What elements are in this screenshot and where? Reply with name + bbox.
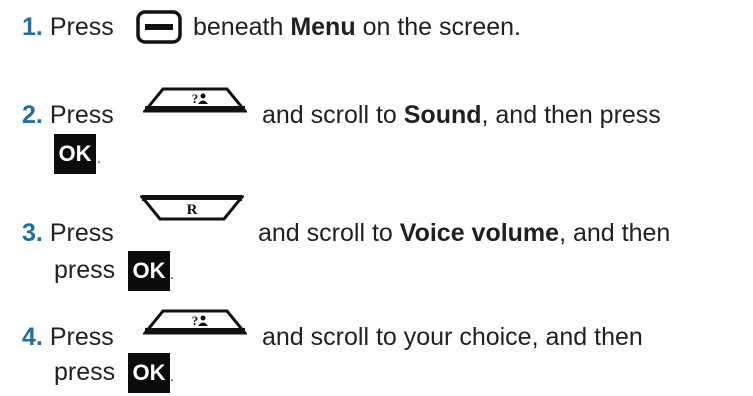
step-1-line-rest: beneath Menu on the screen. [193,12,521,42]
press-text: Press [49,219,114,247]
instruction-text: and scroll to [258,219,393,247]
step-number: 3. [22,219,43,247]
nav-up-key-icon: ? [143,87,247,113]
voice-volume-term: Voice volume [399,219,560,247]
ok-key-icon: OK [128,251,170,291]
svg-text:?: ? [192,91,199,106]
sound-term: Sound [403,101,482,129]
step-4-line: 4. Press [22,322,114,352]
r-key-label: R [187,202,198,218]
instruction-text: , and then [559,219,671,247]
instruction-text: beneath [193,13,284,41]
instruction-steps: 1. Press beneath Menu on the screen. 2. … [0,0,753,396]
menu-term: Menu [290,13,356,41]
step-3-line: 3. Press [22,218,114,248]
instruction-text: , and then press [481,101,661,129]
step-2-period: . [97,150,101,166]
nav-up-key-icon: ? [143,309,247,335]
step-number: 2. [22,101,43,129]
instruction-text: on the screen. [362,13,521,41]
press-text: Press [49,13,114,41]
step-2-line: 2. Press [22,100,114,130]
ok-key-icon: OK [128,353,170,393]
step-4-period: . [170,368,174,384]
softkey-minus-icon [136,10,182,44]
press-text: Press [49,323,114,351]
instruction-text: and scroll to [262,101,397,129]
svg-text:?: ? [192,313,199,328]
step-number: 1. [22,13,43,41]
instruction-text: and scroll to your choice, and then [262,323,643,351]
step-4-line-rest: and scroll to your choice, and then [262,322,643,352]
press-text: Press [49,101,114,129]
ok-key-icon: OK [54,134,96,174]
step-4-press2: press [54,358,116,386]
step-3-press2: press [54,256,116,284]
nav-down-r-key-icon: R [140,195,244,221]
step-1-line: 1. Press [22,12,114,42]
step-2-line-rest: and scroll to Sound, and then press [262,100,661,130]
step-number: 4. [22,323,43,351]
step-3-line-rest: and scroll to Voice volume, and then [258,218,670,248]
step-3-period: . [170,266,174,282]
